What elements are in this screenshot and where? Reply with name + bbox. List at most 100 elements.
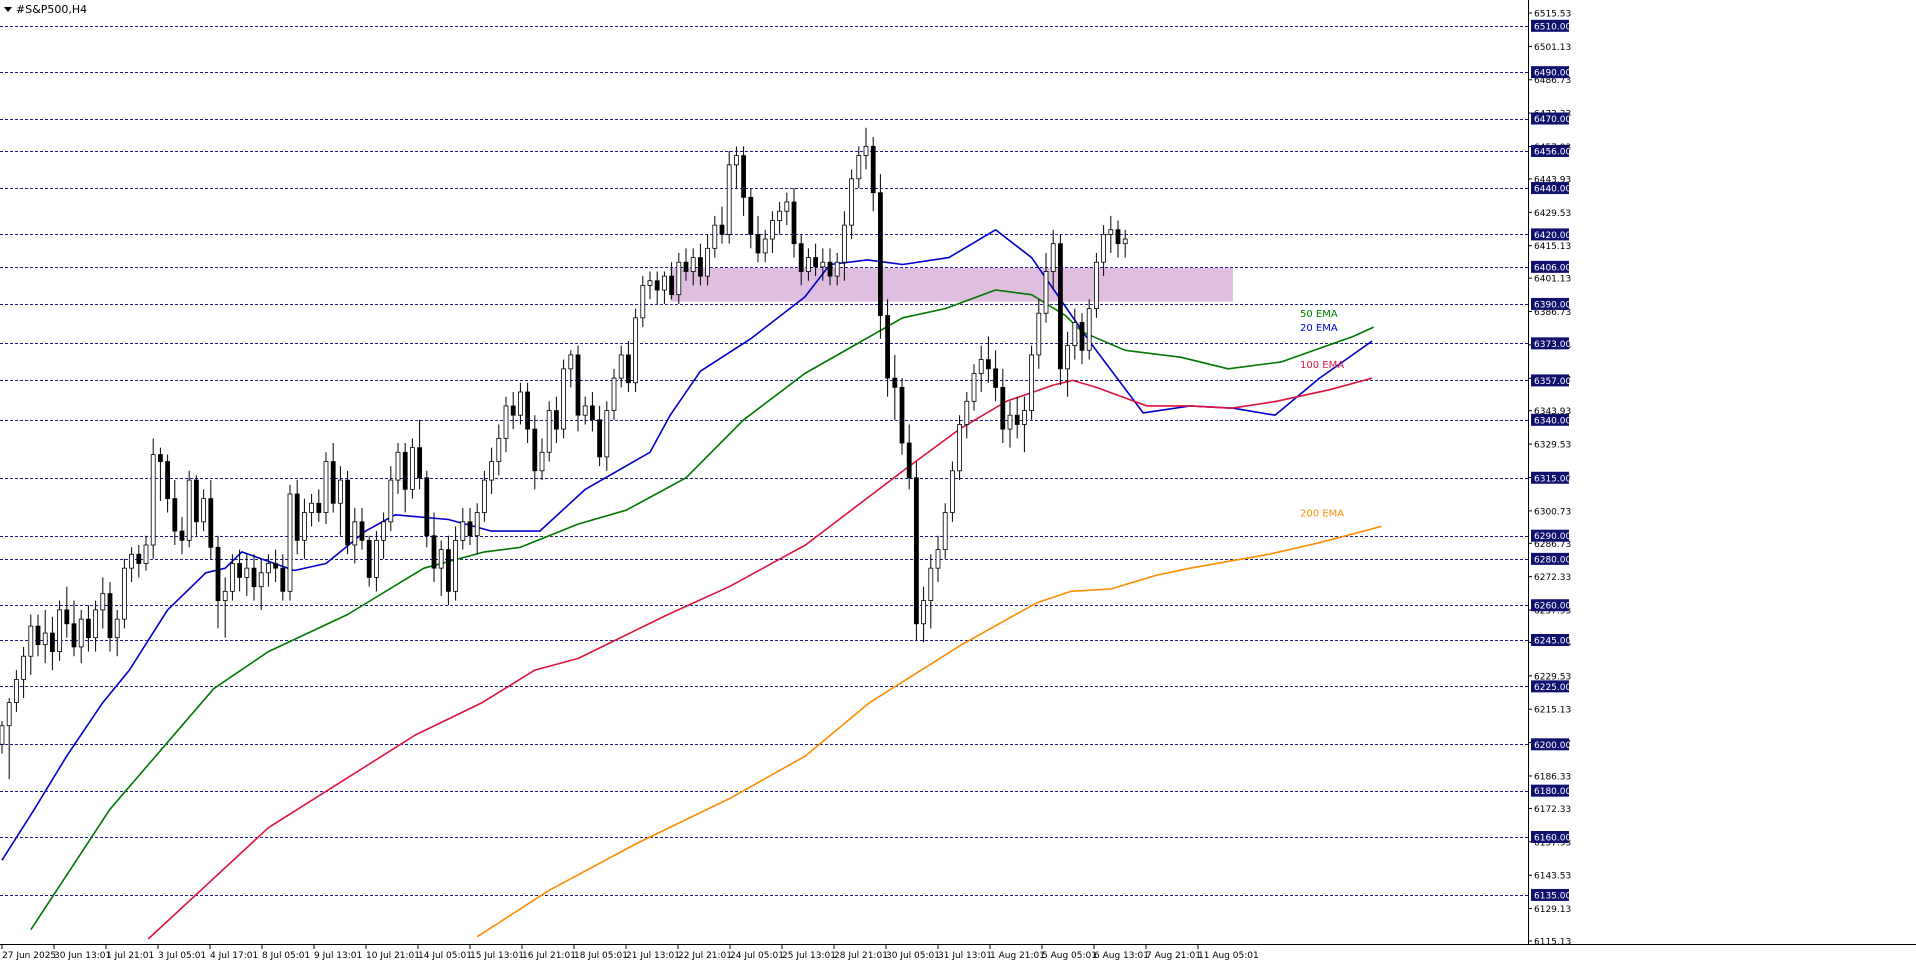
price-tick-label: 6401.13 [1534,275,1571,285]
price-tick-label: 6300.73 [1534,507,1571,517]
candle-body [971,373,977,402]
candle-body [950,470,955,513]
price-axis[interactable]: 6515.536501.136486.736472.336457.936443.… [1528,10,1571,948]
candle-body [669,275,674,296]
candle-body [345,479,351,546]
candle-body [0,725,5,745]
candle-body [856,155,862,180]
candle-body [50,632,55,652]
candle-body [136,553,142,564]
candle-body [265,563,271,574]
level-price-label: 6245.00 [1534,637,1571,647]
time-tick-label: 30 Jul 05:01 [886,951,940,961]
candle-body [525,391,530,430]
time-tick-label: 31 Jul 13:01 [938,951,992,961]
price-tick-label: 6501.13 [1534,43,1571,53]
candle-body [654,280,660,291]
candle-body [582,405,588,416]
candle-body [906,442,912,479]
candle-body [57,609,62,652]
candle-body [1014,414,1020,425]
time-tick-label: 21 Jul 13:01 [626,951,680,961]
candle-body [791,201,797,245]
time-tick-label: 25 Jul 13:01 [782,951,836,961]
candle-body [280,567,286,592]
level-price-label: 6440.00 [1534,185,1571,195]
candle-body [503,405,509,439]
candle-body [114,618,120,639]
candle-body [489,461,495,481]
chart-window[interactable]: 20 EMA 50 EMA 100 EMA 200 EMA 6515.53 6501.1… [0,0,1916,963]
level-price-label: 6315.00 [1534,474,1571,484]
level-price-label: 6260.00 [1534,602,1571,612]
level-price-label: 6160.00 [1534,834,1571,844]
candle-body [575,354,581,416]
price-tick-label: 6129.13 [1534,905,1571,915]
time-tick-label: 18 Jul 05:01 [574,951,628,961]
candle-body [611,377,617,411]
candle-body [359,521,365,541]
chart-title: #S&P500,H4 [4,3,87,16]
level-price-label: 6290.00 [1534,532,1571,542]
level-price-label: 6470.00 [1534,115,1571,125]
time-tick-label: 30 Jun 13:01 [54,951,111,961]
price-chart[interactable]: 20 EMA 50 EMA 100 EMA 200 EMA 6515.53 6501.1… [0,0,1916,963]
candle-body [1036,312,1042,356]
candle-body [935,549,941,569]
candle-body [806,257,811,272]
candle-body [834,261,840,277]
candle-body [388,479,394,523]
time-tick-label: 6 Aug 13:01 [1094,951,1149,961]
candle-body [784,201,790,212]
candle-body [993,368,998,388]
time-tick-label: 1 Aug 21:01 [990,951,1045,961]
price-tick-label: 6172.33 [1534,805,1571,815]
candle-body [863,145,869,157]
candle-body [1086,308,1092,351]
candle-body [683,261,689,272]
candle-body [698,257,703,277]
candle-body [150,454,156,546]
candle-body [546,410,552,453]
candle-body [590,405,595,421]
candle-body [93,609,98,639]
candle-body [417,447,423,479]
candle-body [179,530,185,541]
candle-body [719,224,725,235]
ema-label: 200 EMA [1300,509,1344,520]
candle-body [690,257,696,272]
candle-body [86,618,91,639]
ema-label: 50 EMA [1300,309,1338,320]
candle-body [568,354,574,370]
candle-body [986,359,991,370]
candle-body [107,593,113,639]
candle-body [467,521,473,537]
candle-body [770,220,775,240]
candle-body [122,567,127,620]
candle-body [640,284,646,319]
candle-body [251,567,257,588]
candle-body [928,567,934,602]
chart-title-text: #S&P500,H4 [16,3,88,16]
level-price-label: 6490.00 [1534,69,1571,79]
ema-label: 20 EMA [1300,323,1338,334]
candle-body [777,210,782,221]
level-price-label: 6135.00 [1534,891,1571,901]
candle-body [762,238,768,254]
level-price-label: 6180.00 [1534,787,1571,797]
candle-body [301,512,307,541]
candle-body [957,424,962,472]
candle-body [186,479,192,541]
candle-body [352,521,358,546]
level-price-label: 6406.00 [1534,263,1571,273]
level-price-label: 6420.00 [1534,231,1571,241]
candle-body [157,454,163,462]
candle-body [726,164,732,235]
candle-body [755,234,761,254]
candle-body [424,477,430,537]
candle-body [885,315,890,379]
candle-body [337,479,343,504]
price-tick-label: 6186.33 [1534,772,1571,782]
candle-body [100,593,106,611]
time-tick-label: 10 Jul 21:01 [366,951,420,961]
